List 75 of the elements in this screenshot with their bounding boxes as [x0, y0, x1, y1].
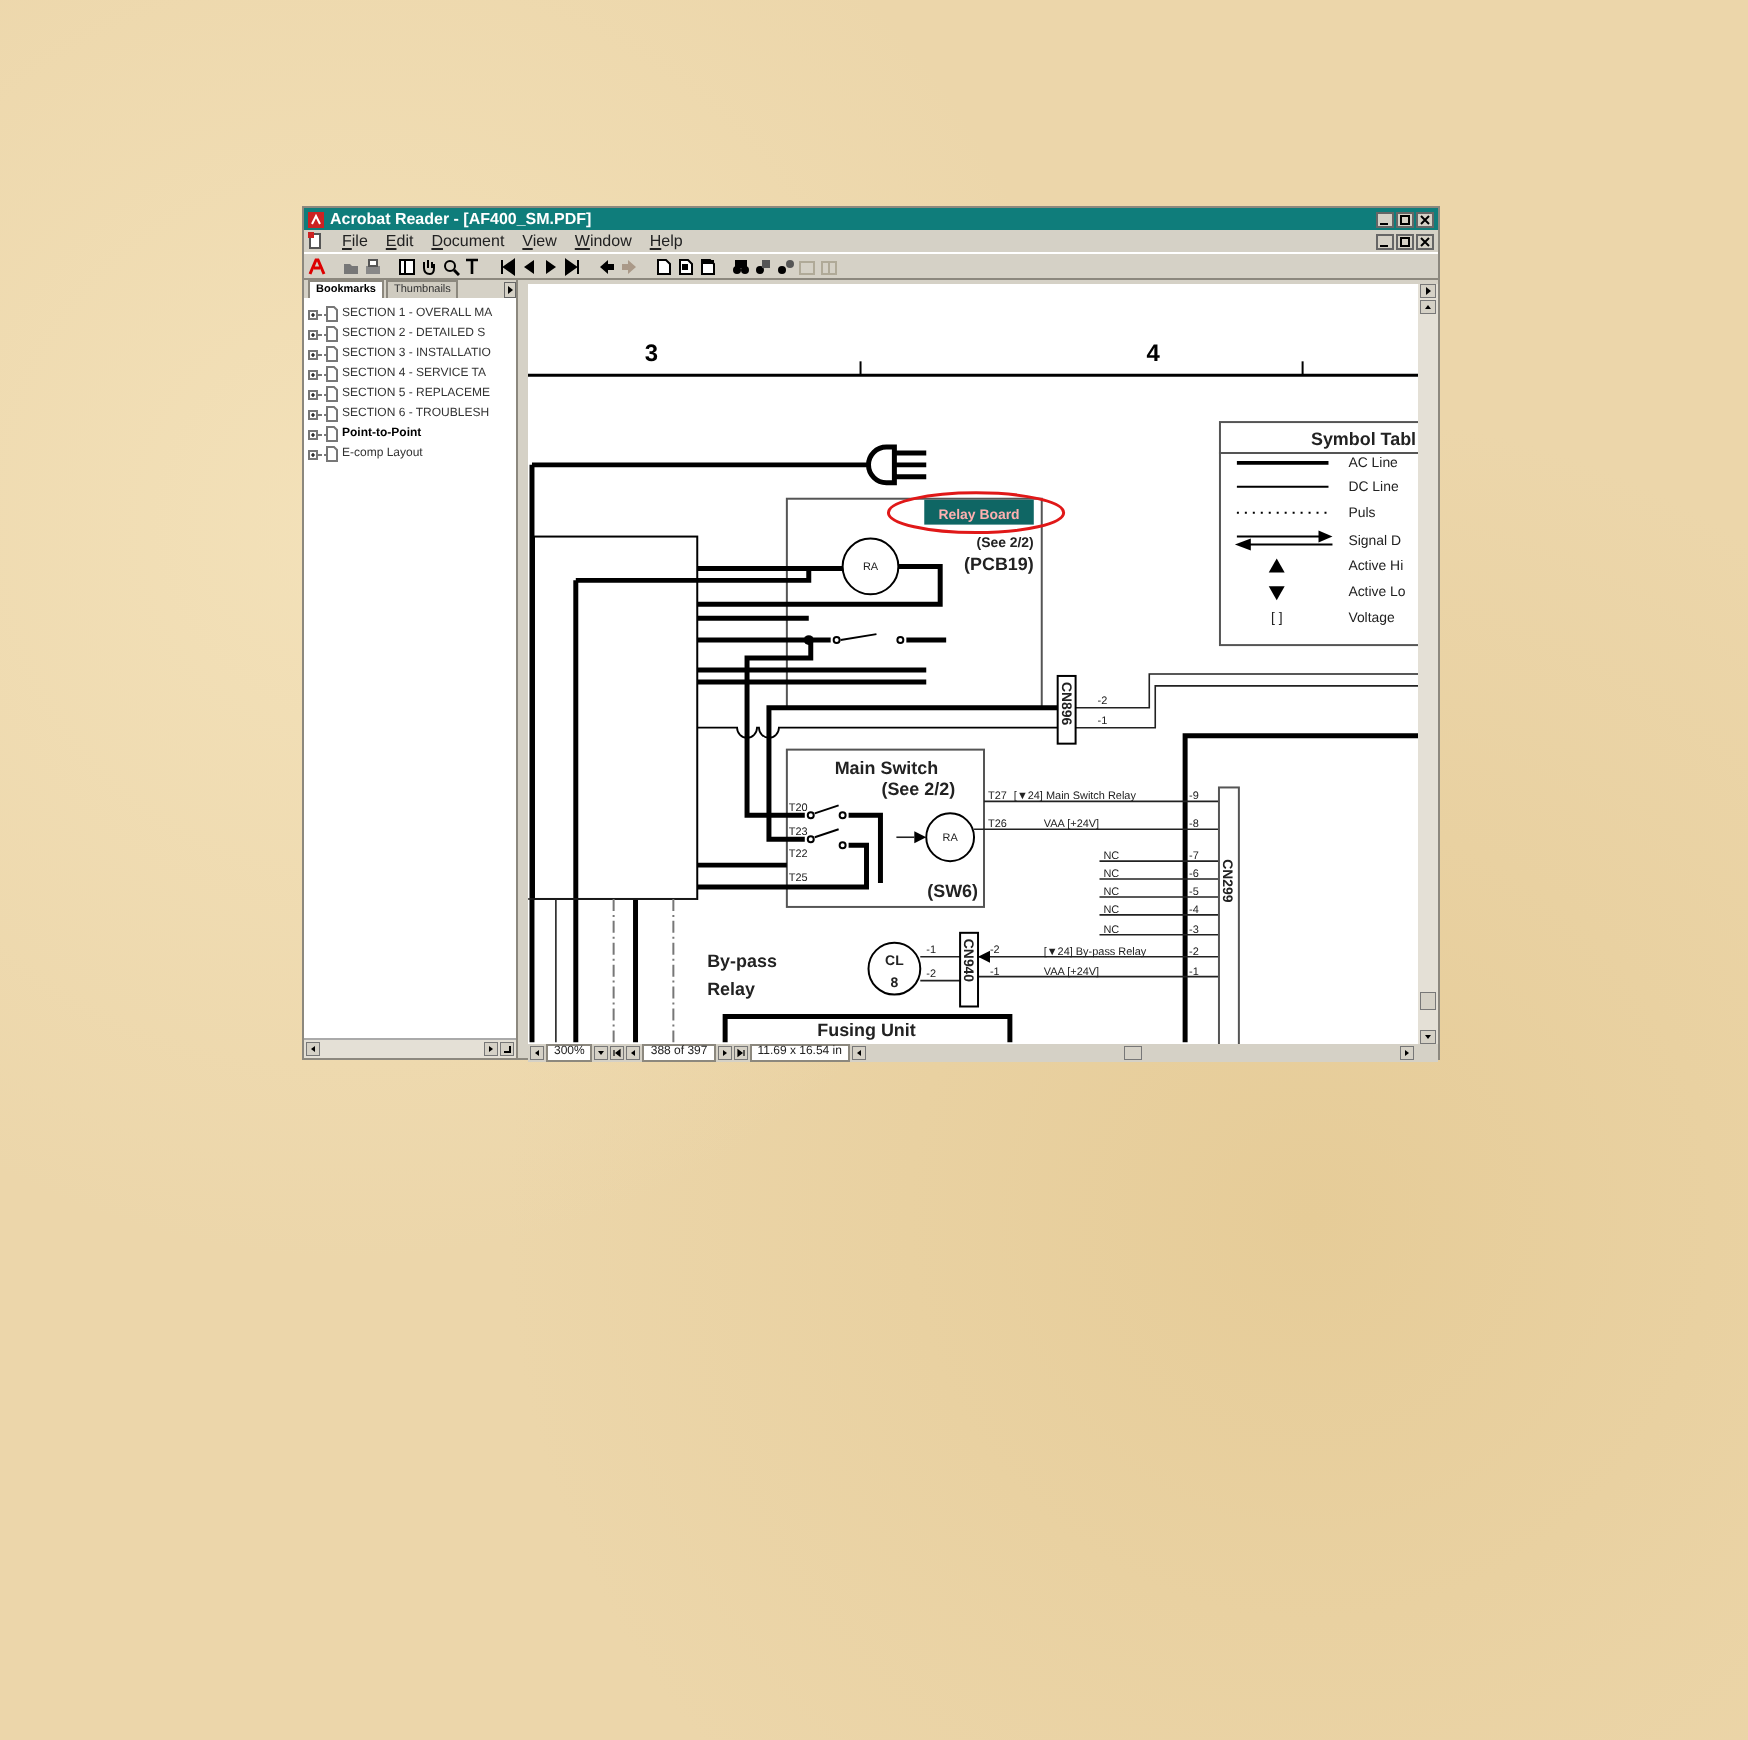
page-icon[interactable]	[654, 257, 672, 275]
page-icon[interactable]	[676, 257, 694, 275]
next-page-icon[interactable]	[542, 257, 560, 275]
pulse-line-sample	[1235, 511, 1330, 514]
first-page-button[interactable]	[610, 1046, 625, 1060]
app-icon	[308, 211, 324, 227]
next-page-button[interactable]	[1420, 284, 1437, 298]
first-page-icon[interactable]	[498, 257, 516, 275]
menu-item[interactable]: Help	[649, 232, 683, 250]
print-icon[interactable]	[364, 257, 382, 275]
expand-icon[interactable]	[308, 389, 318, 399]
back-arrow-icon[interactable]	[598, 257, 616, 275]
expand-icon[interactable]	[308, 309, 318, 319]
switch-name: Main Switch	[834, 757, 939, 778]
menu-item[interactable]: View	[522, 232, 557, 250]
panel-menu-icon[interactable]	[504, 282, 516, 298]
plug-icon	[866, 444, 929, 486]
down-triangle-icon	[1268, 586, 1285, 601]
last-page-icon[interactable]	[564, 257, 582, 275]
expand-icon[interactable]	[308, 349, 318, 359]
connector-block	[1056, 674, 1077, 745]
menu-item[interactable]: Document	[431, 232, 505, 250]
minimize-button[interactable]	[1376, 211, 1394, 227]
last-page-button[interactable]	[733, 1046, 748, 1060]
part-id-label: (PCB19)	[964, 554, 1034, 575]
signal-arrows-icon	[1234, 530, 1334, 551]
expand-icon[interactable]	[308, 429, 318, 439]
panel-toggle-icon[interactable]	[398, 257, 416, 275]
menu-item[interactable]: Window	[574, 232, 632, 250]
text-select-icon[interactable]	[464, 257, 482, 275]
close-button[interactable]	[1416, 211, 1434, 227]
column-marker: 4	[1146, 339, 1160, 368]
logo-icon[interactable]	[308, 257, 326, 275]
connector-block	[959, 931, 980, 1008]
resize-icon[interactable]	[500, 1042, 514, 1056]
previous-page-icon[interactable]	[520, 257, 538, 275]
expand-icon[interactable]	[308, 449, 318, 459]
coil-symbol	[925, 812, 976, 863]
close-button[interactable]	[1416, 233, 1434, 249]
menu-item[interactable]: File	[342, 232, 368, 250]
coil-symbol	[841, 537, 900, 596]
menu-item[interactable]: Edit	[385, 232, 414, 250]
scroll-right-button[interactable]	[1400, 1046, 1415, 1060]
scroll-left-button[interactable]	[530, 1046, 544, 1060]
dc-line-sample	[1235, 485, 1330, 488]
previous-page-button[interactable]	[626, 1046, 641, 1060]
relay-name: Relay	[707, 978, 756, 999]
scroll-left-button[interactable]	[306, 1042, 320, 1056]
part-id-label: (SW6)	[927, 881, 979, 901]
restore-button[interactable]	[1396, 233, 1414, 249]
reference-label: (See 2/2)	[881, 779, 956, 800]
unit-name: Fusing Unit	[817, 1020, 916, 1041]
symbol-table-title: Symbol Tabl	[1310, 428, 1417, 449]
minimize-button[interactable]	[1376, 233, 1394, 249]
maximize-button[interactable]	[1396, 211, 1414, 227]
expand-icon[interactable]	[308, 329, 318, 339]
binoculars-icon[interactable]	[732, 257, 750, 275]
scroll-down-button[interactable]	[1420, 1030, 1437, 1044]
expand-icon[interactable]	[308, 409, 318, 419]
up-triangle-icon	[1268, 558, 1285, 573]
column-marker: 3	[644, 339, 659, 368]
expand-icon[interactable]	[308, 369, 318, 379]
scroll-left-button[interactable]	[851, 1046, 866, 1060]
coil-symbol	[867, 941, 922, 996]
next-page-button[interactable]	[717, 1046, 732, 1060]
hand-icon[interactable]	[420, 257, 438, 275]
page-icon[interactable]	[698, 257, 716, 275]
text-highlight	[924, 499, 1034, 525]
window-title: Acrobat Reader - [AF400_SM.PDF]	[330, 210, 594, 228]
relay-name: By-pass	[707, 950, 777, 971]
zoom-icon[interactable]	[442, 257, 460, 275]
ac-line-sample	[1236, 460, 1329, 465]
scroll-up-button[interactable]	[1420, 300, 1437, 314]
dropdown-button[interactable]	[594, 1046, 609, 1060]
scroll-right-button[interactable]	[484, 1042, 498, 1056]
